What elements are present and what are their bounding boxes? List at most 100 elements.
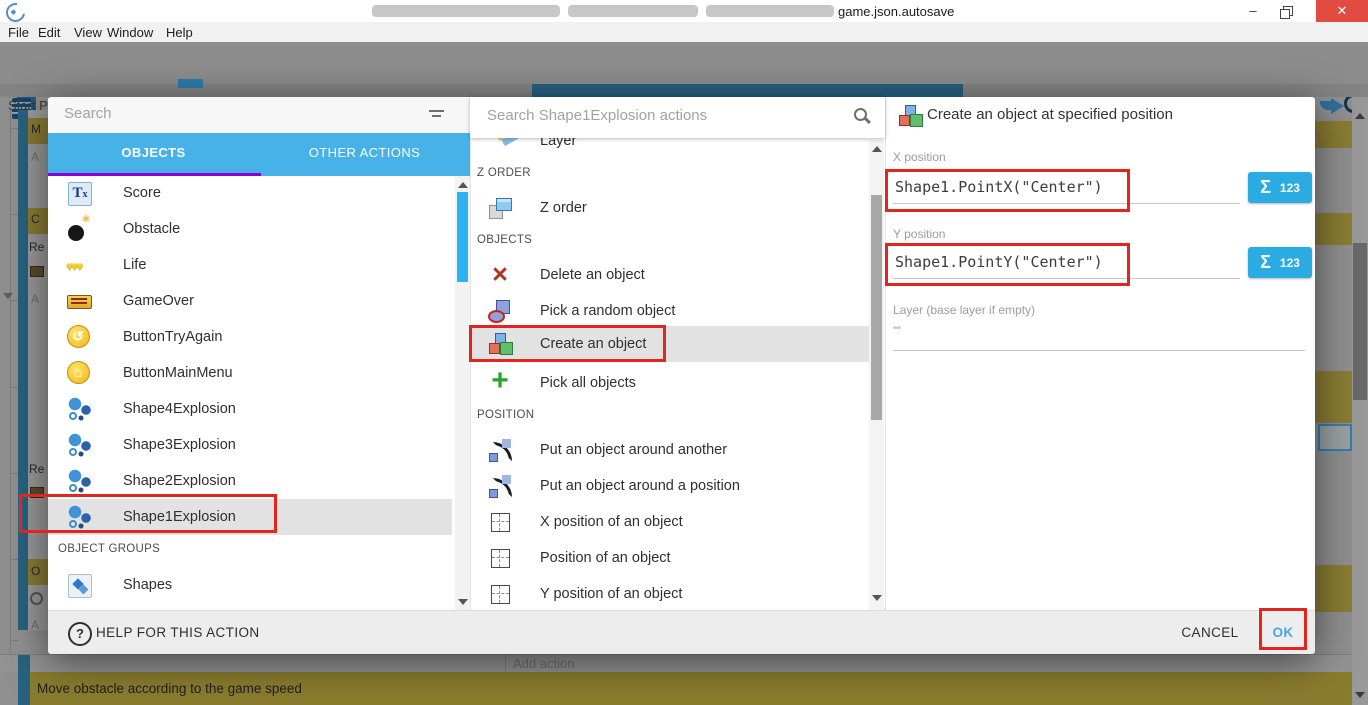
action-item-y-position[interactable]: Y position of an object (470, 576, 869, 612)
gdevelop-window: game.json.autosave – ✕ File Edit View Wi… (0, 0, 1368, 705)
search-icon (852, 106, 878, 132)
action-item-pick-a-random-object[interactable]: Pick a random object (470, 293, 869, 329)
action-title: Create an object at specified position (927, 106, 1173, 123)
object-item-shape4explosion[interactable]: Shape4Explosion (48, 391, 452, 427)
cancel-button[interactable]: CANCEL (1178, 611, 1242, 654)
add-action-row: Add action (0, 655, 1352, 672)
section-header-zorder: Z ORDER (477, 167, 531, 179)
object-groups-header: OBJECT GROUPS (58, 543, 160, 555)
scroll-up-icon[interactable] (1355, 113, 1365, 119)
scroll-down-icon[interactable] (1355, 692, 1365, 698)
action-item-pick-all-objects[interactable]: Pick all objects (470, 365, 869, 401)
window-title: game.json.autosave (838, 4, 954, 19)
object-item-life[interactable]: Life (48, 247, 452, 283)
object-item-shape3explosion[interactable]: Shape3Explosion (48, 427, 452, 463)
action-item-put-around-position[interactable]: Put an object around a position (470, 468, 869, 504)
y-expression-button[interactable]: Σ 123 (1248, 247, 1312, 278)
object-label: Shapes (123, 567, 172, 603)
events-scrollbar[interactable] (1352, 97, 1368, 705)
event-text-fragment: C (31, 212, 40, 226)
object-label: Shape4Explosion (123, 391, 236, 427)
blurred-title-segment (372, 5, 560, 17)
help-icon (68, 622, 92, 646)
action-item-z-order[interactable]: Z order (470, 190, 869, 226)
object-label: Obstacle (123, 211, 180, 247)
object-label: Life (123, 247, 146, 283)
layer-field-label: Layer (base layer if empty) (893, 303, 1035, 317)
event-column (28, 110, 48, 630)
event-tree-tick (10, 559, 18, 560)
action-item-put-around-another[interactable]: Put an object around another (470, 432, 869, 468)
menu-window[interactable]: Window (107, 24, 153, 41)
put-around-icon (487, 473, 513, 499)
action-search-input[interactable] (485, 106, 829, 125)
hearts-icon (66, 252, 92, 278)
menu-file[interactable]: File (8, 24, 29, 41)
banner-icon (66, 288, 92, 314)
comment-row: Move obstacle according to the game spee… (30, 672, 1352, 705)
close-button[interactable]: ✕ (1316, 0, 1368, 22)
x-expression-button[interactable]: Σ 123 (1248, 172, 1312, 203)
scroll-up-icon[interactable] (458, 182, 468, 188)
object-item-shapes-group[interactable]: Shapes (48, 567, 452, 603)
pick-all-icon (487, 370, 513, 396)
action-list-scrollbar[interactable] (869, 140, 884, 610)
event-text-fragment: A (31, 292, 39, 306)
z-order-icon (487, 195, 513, 221)
action-item-delete-an-object[interactable]: Delete an object (470, 257, 869, 293)
event-tree-tick (10, 387, 18, 388)
menu-view[interactable]: View (74, 24, 102, 41)
object-item-obstacle[interactable]: Obstacle (48, 211, 452, 247)
action-item-x-position[interactable]: X position of an object (470, 504, 869, 540)
event-condition-row (1315, 121, 1352, 148)
tab-objects[interactable]: OBJECTS (48, 133, 259, 173)
scroll-down-icon[interactable] (458, 599, 468, 605)
scrollbar-thumb[interactable] (1353, 243, 1367, 400)
scrollbar-thumb[interactable] (457, 192, 468, 282)
blurred-title-segment (706, 5, 834, 17)
minimize-button[interactable]: – (1238, 0, 1268, 22)
event-input-fragment (1318, 424, 1352, 451)
scroll-up-icon[interactable] (872, 146, 882, 152)
object-item-gameover[interactable]: GameOver (48, 283, 452, 319)
action-label: Position of an object (540, 540, 671, 576)
action-label: Pick a random object (540, 293, 675, 329)
blurred-title-segment (568, 5, 698, 17)
restore-button[interactable] (1270, 0, 1300, 22)
create-object-icon (897, 103, 923, 129)
filter-icon[interactable] (426, 102, 452, 128)
event-condition-row (1315, 371, 1352, 423)
object-item-score[interactable]: Score (48, 175, 452, 211)
object-label: GameOver (123, 283, 194, 319)
action-item-position[interactable]: Position of an object (470, 540, 869, 576)
object-label: Shape3Explosion (123, 427, 236, 463)
event-text-fragment: A (31, 150, 39, 164)
column-divider (505, 655, 506, 672)
annotation-y-position (885, 243, 1130, 286)
position-icon (491, 513, 510, 532)
object-item-buttonmainmenu[interactable]: ButtonMainMenu (48, 355, 452, 391)
scroll-down-icon[interactable] (872, 595, 882, 601)
menu-edit[interactable]: Edit (38, 24, 60, 41)
event-text-fragment: Re (29, 240, 44, 254)
object-label: ButtonMainMenu (123, 355, 233, 391)
field-underline (893, 350, 1305, 351)
scrollbar-thumb[interactable] (871, 195, 882, 420)
menu-help[interactable]: Help (166, 24, 193, 41)
help-button[interactable]: HELP FOR THIS ACTION (96, 611, 260, 654)
event-tree-tick (10, 214, 18, 215)
menu-bar: File Edit View Window Help (0, 22, 1368, 42)
annotation-x-position (885, 169, 1130, 212)
event-expander-icon (3, 293, 13, 299)
tab-other-actions[interactable]: OTHER ACTIONS (259, 133, 470, 173)
numbers-icon: 123 (1280, 256, 1300, 270)
layer-field-value[interactable]: "" (893, 325, 901, 337)
object-search-input[interactable] (62, 104, 376, 123)
action-label: Pick all objects (540, 365, 636, 401)
sigma-icon: Σ (1260, 177, 1271, 198)
event-indent-bar (18, 655, 30, 705)
toolbar (0, 42, 1368, 84)
object-item-buttontryagain[interactable]: ButtonTryAgain (48, 319, 452, 355)
event-tree-tick (10, 300, 18, 301)
object-list-scrollbar[interactable] (455, 176, 470, 610)
